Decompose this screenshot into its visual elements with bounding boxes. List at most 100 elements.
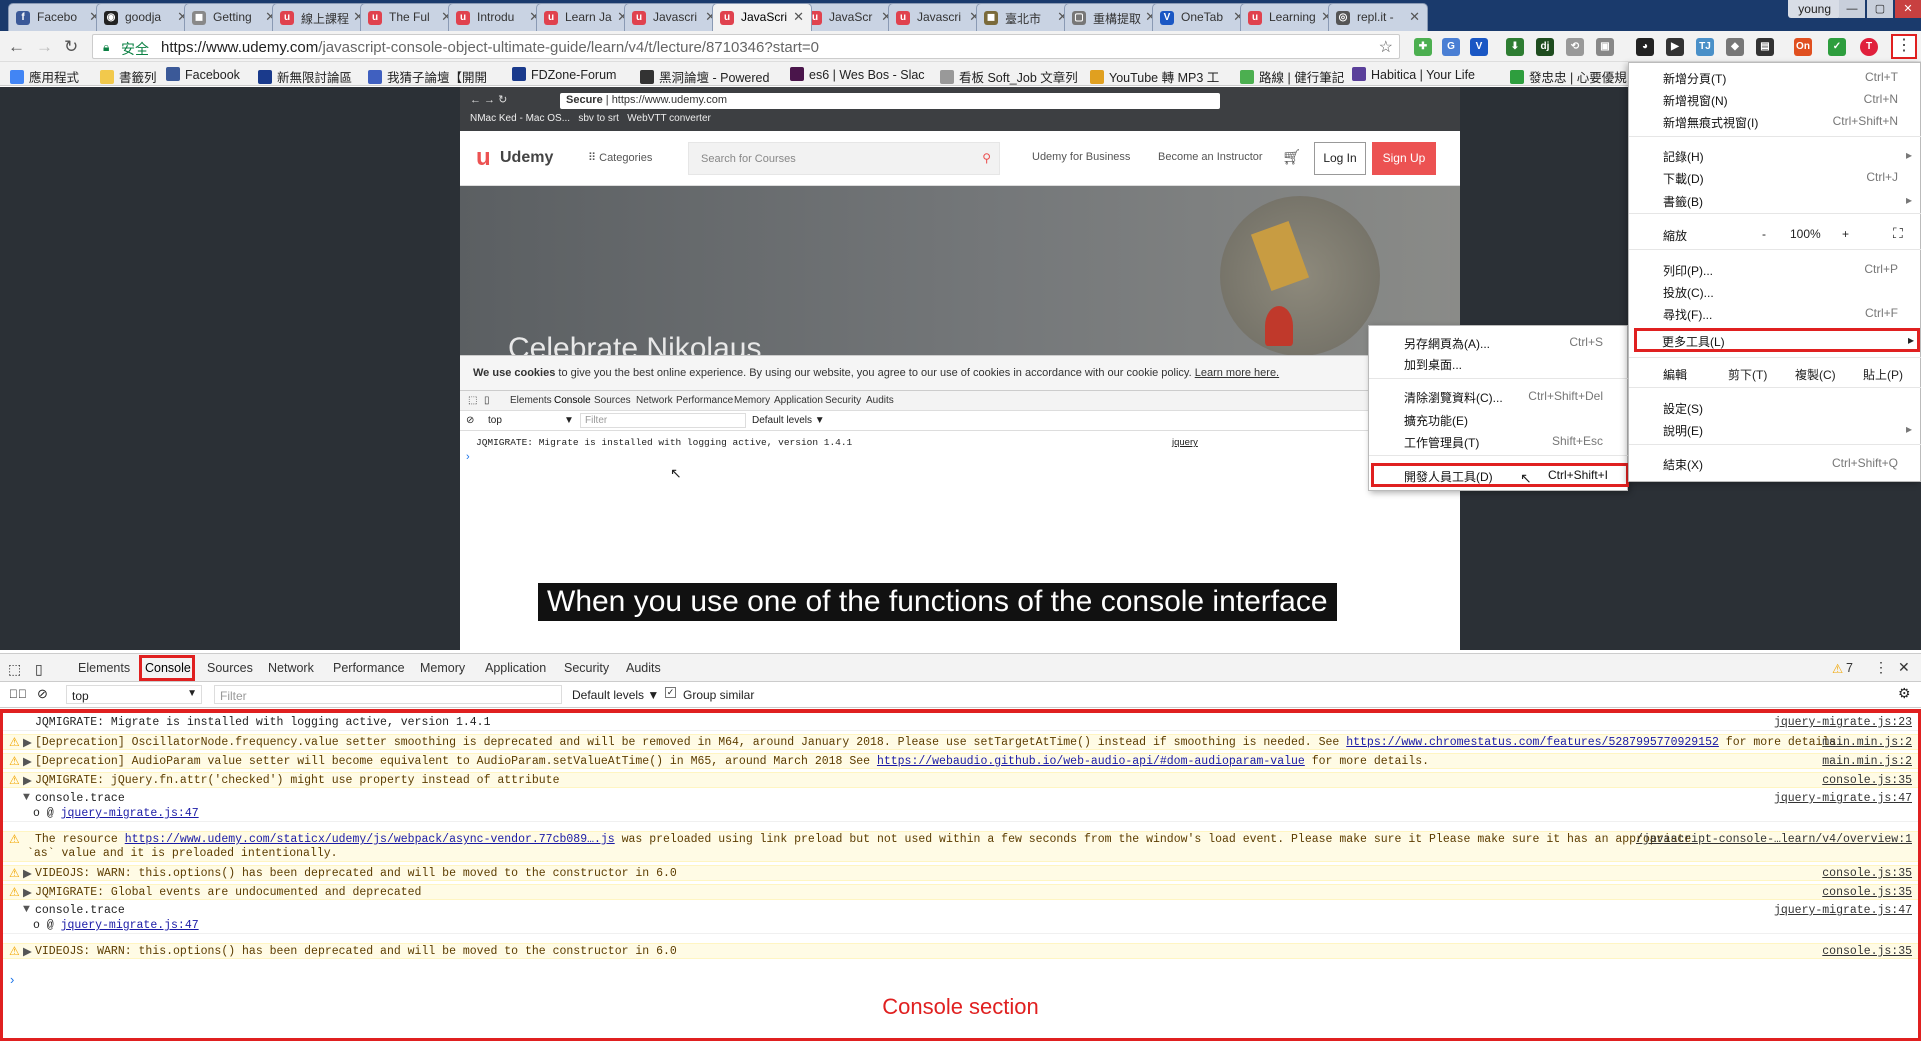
source-link[interactable]: jquery-migrate.js:23 [1774,716,1912,729]
bookmark-item[interactable]: 我猜子論壇【開開 [368,67,487,86]
close-tab-icon[interactable]: ✕ [793,9,804,25]
source-link[interactable]: main.min.js:2 [1822,755,1912,768]
console-message[interactable]: ⚠ ▶ JQMIGRATE: jQuery.fn.attr('checked') m… [3,772,1918,788]
new-tab-item[interactable]: 新增分頁(T) [1663,70,1726,87]
browser-tab[interactable]: u Introdu ✕ [448,3,548,31]
incognito-item[interactable]: 新增無痕式視窗(I) [1663,114,1758,131]
settings-item[interactable]: 設定(S) [1663,400,1703,417]
zoom-out-button[interactable]: - [1762,227,1766,241]
ghostery-icon[interactable]: ◕ [1636,38,1654,56]
bookmark-item[interactable]: 新無限討論區 [258,67,352,86]
bookmark-item[interactable]: 書籤列 [100,67,157,86]
browser-tab[interactable]: ◼ 臺北市 ✕ [976,3,1076,31]
console-prompt[interactable]: › [10,972,14,987]
console-message[interactable]: ⚠ ▶ VIDEOJS: WARN: this.options() has been… [3,943,1918,959]
translate-icon[interactable]: G [1442,38,1460,56]
extensions-item[interactable]: 擴充功能(E) [1404,412,1468,429]
message-link[interactable]: https://webaudio.github.io/web-audio-api… [877,755,1305,768]
add-to-desktop-item[interactable]: 加到桌面... [1404,356,1462,373]
extension-icon[interactable]: ▤ [1756,38,1774,56]
browser-tab[interactable]: ◼ Getting ✕ [184,3,284,31]
console-message[interactable]: ⚠ ▶ [Deprecation] AudioParam value setter … [3,753,1918,769]
help-item[interactable]: 說明(E) [1663,422,1703,439]
bookmark-item[interactable]: Habitica | Your Life [1352,67,1475,82]
expand-arrow-icon[interactable]: ▶ [23,866,32,881]
tab-audits[interactable]: Audits [626,661,661,675]
task-manager-item[interactable]: 工作管理員(T) [1404,434,1479,451]
back-icon[interactable]: ← [8,37,25,57]
trace-link[interactable]: jquery-migrate.js:47 [61,807,199,820]
group-similar-checkbox[interactable]: ✓ [665,687,676,698]
console-message[interactable]: ⚠ ▶ [Deprecation] OscillatorNode.frequency… [3,734,1918,750]
browser-tab[interactable]: u Javascri ✕ [624,3,724,31]
find-item[interactable]: 尋找(F)... [1663,306,1712,323]
save-page-item[interactable]: 另存網頁為(A)... [1404,335,1490,352]
browser-tab[interactable]: ▢ 重構提取 ✕ [1064,3,1164,31]
context-select[interactable]: top ▼ [66,685,202,704]
download-icon[interactable]: ⬇ [1506,38,1524,56]
more-tools-item[interactable]: 更多工具(L) ▸ [1634,328,1920,352]
extension-icon[interactable]: ▣ [1596,38,1614,56]
expand-arrow-icon[interactable]: ▼ [23,791,30,804]
new-window-item[interactable]: 新增視窗(N) [1663,92,1728,109]
browser-tab[interactable]: f Facebo ✕ [8,3,108,31]
log-levels-dropdown[interactable]: Default levels ▼ [572,688,659,702]
expand-arrow-icon[interactable]: ▶ [23,754,32,769]
tab-elements[interactable]: Elements [78,661,130,675]
tab-performance[interactable]: Performance [333,661,405,675]
source-link[interactable]: jquery-migrate.js:47 [1774,792,1912,805]
onetab-icon[interactable]: V [1470,38,1488,56]
fullscreen-icon[interactable]: ⛶ [1893,225,1903,242]
browser-tab[interactable]: u Learn Ja ✕ [536,3,636,31]
profile-button[interactable]: young [1788,0,1841,18]
clear-console-icon[interactable]: ⊘ [37,686,48,702]
source-link[interactable]: console.js:35 [1822,774,1912,787]
bookmark-star-icon[interactable]: ☆ [1379,37,1393,57]
browser-tab[interactable]: V OneTab ✕ [1152,3,1252,31]
console-message[interactable]: ⚠ The resource https://www.udemy.com/stat… [3,831,1918,862]
bookmark-item[interactable]: 應用程式 [10,67,79,86]
tab-application[interactable]: Application [485,661,546,675]
clear-browsing-data-item[interactable]: 清除瀏覽資料(C)... [1404,389,1503,406]
filter-input[interactable]: Filter [214,685,562,704]
extension-icon[interactable]: ✚ [1414,38,1432,56]
maximize-button[interactable]: ▢ [1867,0,1893,18]
bookmark-item[interactable]: 發忠忠 | 心要優規 [1510,67,1627,86]
developer-tools-item[interactable]: 開發人員工具(D) Ctrl+Shift+I ↖ [1371,463,1629,487]
devtools-menu-icon[interactable]: ⋮ [1874,659,1888,676]
downloads-item[interactable]: 下載(D) [1663,170,1704,187]
address-bar[interactable]: 🔒︎ 安全 https://www.udemy.com/javascript-c… [92,34,1400,59]
dj-icon[interactable]: dj [1536,38,1554,56]
browser-tab[interactable]: u JavaScr ✕ [800,3,900,31]
paste-button[interactable]: 貼上(P) [1863,366,1903,383]
extension-icon[interactable]: On [1794,38,1812,56]
close-tab-icon[interactable]: ✕ [1409,9,1420,25]
browser-tab[interactable]: ◎ repl.it - ✕ [1328,3,1428,31]
expand-arrow-icon[interactable]: ▶ [23,735,32,750]
bookmarks-item[interactable]: 書籤(B) [1663,193,1703,210]
bookmark-item[interactable]: 路線 | 健行筆記 [1240,67,1344,86]
expand-arrow-icon[interactable]: ▶ [23,885,32,900]
message-link[interactable]: https://www.chromestatus.com/features/52… [1346,736,1719,749]
expand-arrow-icon[interactable]: ▶ [23,944,32,959]
source-link[interactable]: console.js:35 [1822,867,1912,880]
source-link[interactable]: console.js:35 [1822,945,1912,958]
bookmark-item[interactable]: Facebook [166,67,240,82]
extension-icon[interactable]: ⟲ [1566,38,1584,56]
forward-icon[interactable]: → [36,37,53,57]
source-link[interactable]: main.min.js:2 [1822,736,1912,749]
source-link[interactable]: jquery-migrate.js:47 [1774,904,1912,917]
browser-tab[interactable]: u The Ful ✕ [360,3,460,31]
close-window-button[interactable]: ✕ [1895,0,1921,18]
console-message[interactable]: ⚠ ▶ JQMIGRATE: Global events are undocumen… [3,884,1918,900]
browser-tab[interactable]: u Learning ✕ [1240,3,1340,31]
device-toolbar-icon[interactable]: ▯ [35,661,43,678]
source-link[interactable]: console.js:35 [1822,886,1912,899]
extension-icon[interactable]: ◆ [1726,38,1744,56]
minimize-button[interactable]: — [1839,0,1865,18]
extension-icon[interactable]: ▶ [1666,38,1684,56]
sidebar-toggle-icon[interactable]: ▶⃞ [9,687,27,701]
settings-gear-icon[interactable]: ⚙ [1898,685,1911,702]
console-message[interactable]: JQMIGRATE: Migrate is installed with log… [3,715,1918,731]
bookmark-item[interactable]: YouTube 轉 MP3 工 [1090,67,1219,86]
